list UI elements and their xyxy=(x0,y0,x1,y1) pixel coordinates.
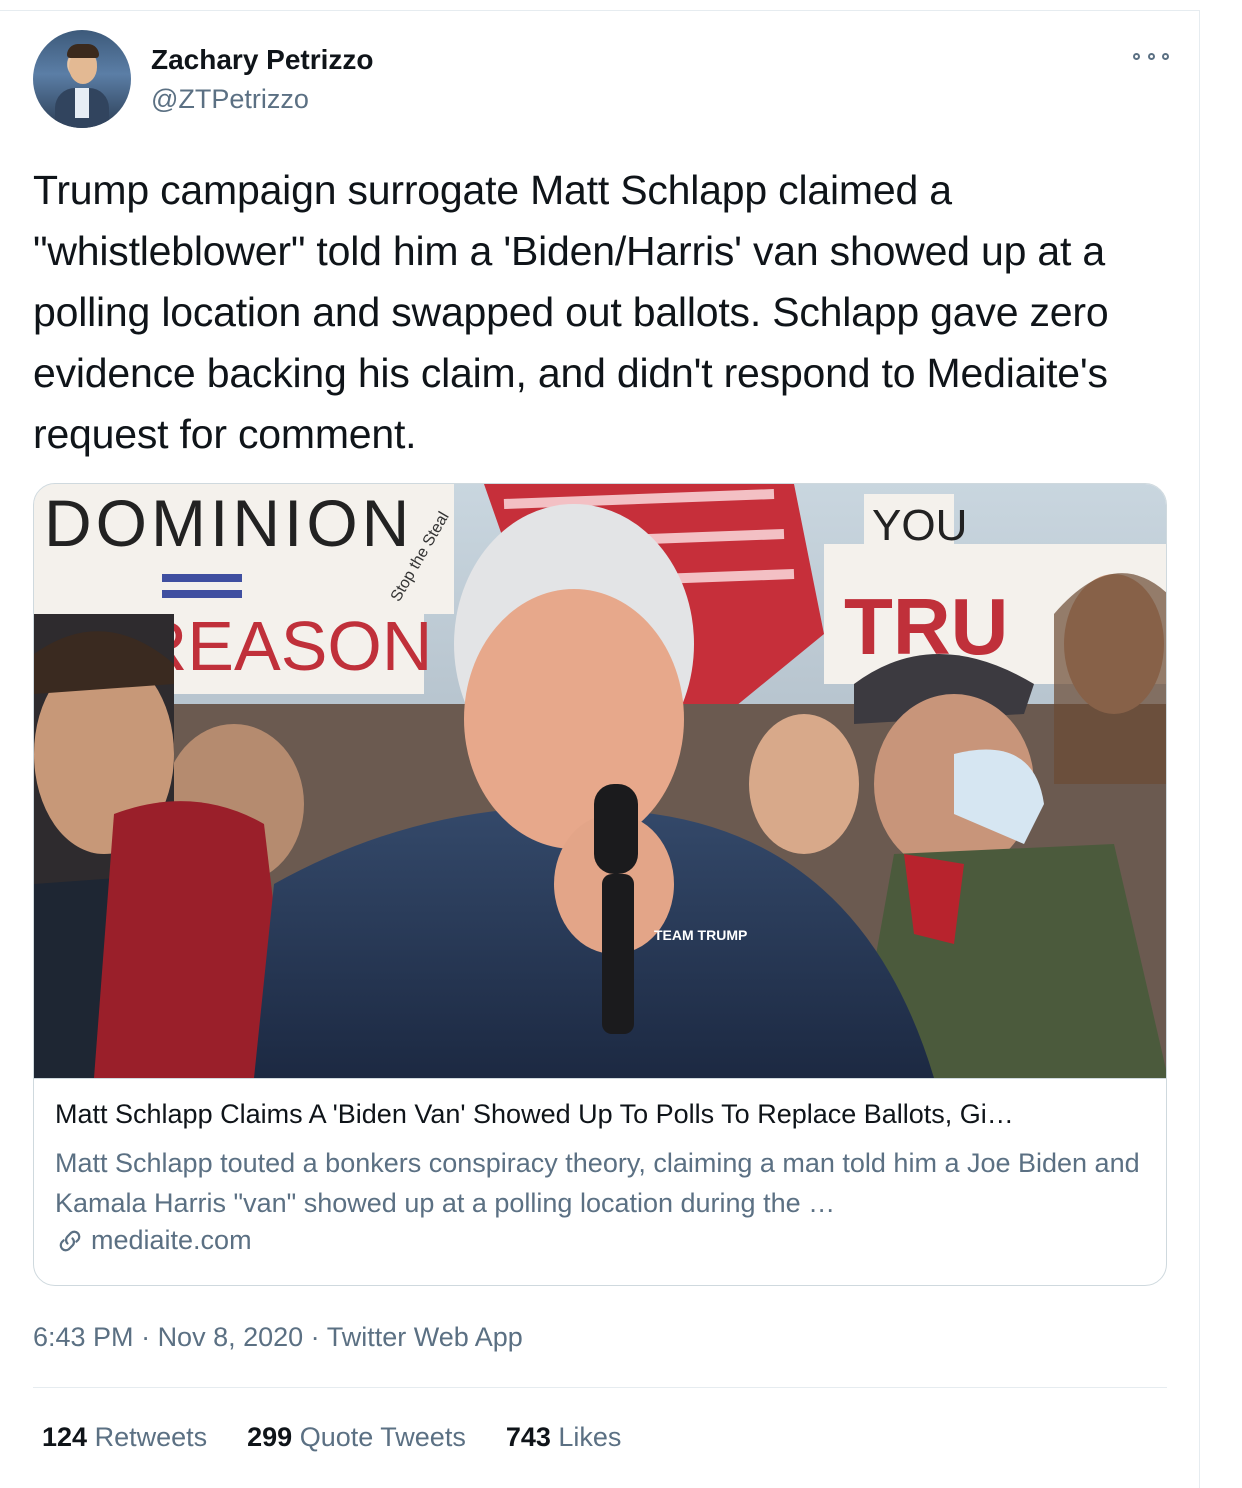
link-icon xyxy=(59,1230,81,1251)
card-body[interactable]: Matt Schlapp Claims A 'Biden Van' Showed… xyxy=(34,1078,1166,1285)
tweet-date[interactable]: Nov 8, 2020 xyxy=(158,1322,304,1352)
retweets-label: Retweets xyxy=(94,1422,208,1452)
tweet-time[interactable]: 6:43 PM xyxy=(33,1322,134,1352)
user-handle[interactable]: @ZTPetrizzo xyxy=(151,84,309,115)
likes-count: 743 xyxy=(505,1422,551,1452)
retweets-stat[interactable]: 124 Retweets xyxy=(42,1422,207,1453)
card-image: DOMINION TREASON Stop the Steal YOU TRU xyxy=(34,484,1166,1078)
quote-tweets-count: 299 xyxy=(247,1422,293,1452)
tweet-meta: 6:43 PM · Nov 8, 2020 · Twitter Web App xyxy=(33,1322,523,1353)
tweet-header: Zachary Petrizzo @ZTPetrizzo xyxy=(33,30,1173,130)
quote-tweets-stat[interactable]: 299 Quote Tweets xyxy=(247,1422,466,1453)
link-card[interactable]: DOMINION TREASON Stop the Steal YOU TRU xyxy=(33,483,1167,1286)
divider xyxy=(33,1387,1167,1388)
jacket-logo: TEAM TRUMP xyxy=(654,927,747,943)
tweet-source-app[interactable]: Twitter Web App xyxy=(327,1322,523,1352)
meta-separator: · xyxy=(133,1322,158,1352)
card-description: Matt Schlapp touted a bonkers conspiracy… xyxy=(55,1148,1140,1218)
meta-separator: · xyxy=(303,1322,327,1352)
card-domain[interactable]: mediaite.com xyxy=(55,1225,252,1256)
retweets-count: 124 xyxy=(42,1422,88,1452)
card-title[interactable]: Matt Schlapp Claims A 'Biden Van' Showed… xyxy=(55,1099,1145,1130)
likes-stat[interactable]: 743 Likes xyxy=(506,1422,622,1453)
tweet-text: Trump campaign surrogate Matt Schlapp cl… xyxy=(33,167,1109,457)
tweet-stats: 124 Retweets 299 Quote Tweets 743 Likes xyxy=(42,1422,661,1453)
avatar[interactable] xyxy=(33,30,131,128)
sign-dominion: DOMINION xyxy=(44,486,413,560)
more-icon[interactable] xyxy=(1133,46,1169,66)
card-domain-text: mediaite.com xyxy=(91,1225,252,1255)
quote-tweets-label: Quote Tweets xyxy=(299,1422,466,1452)
likes-label: Likes xyxy=(558,1422,622,1452)
sign-you: YOU xyxy=(872,501,967,550)
user-name[interactable]: Zachary Petrizzo xyxy=(151,44,374,76)
